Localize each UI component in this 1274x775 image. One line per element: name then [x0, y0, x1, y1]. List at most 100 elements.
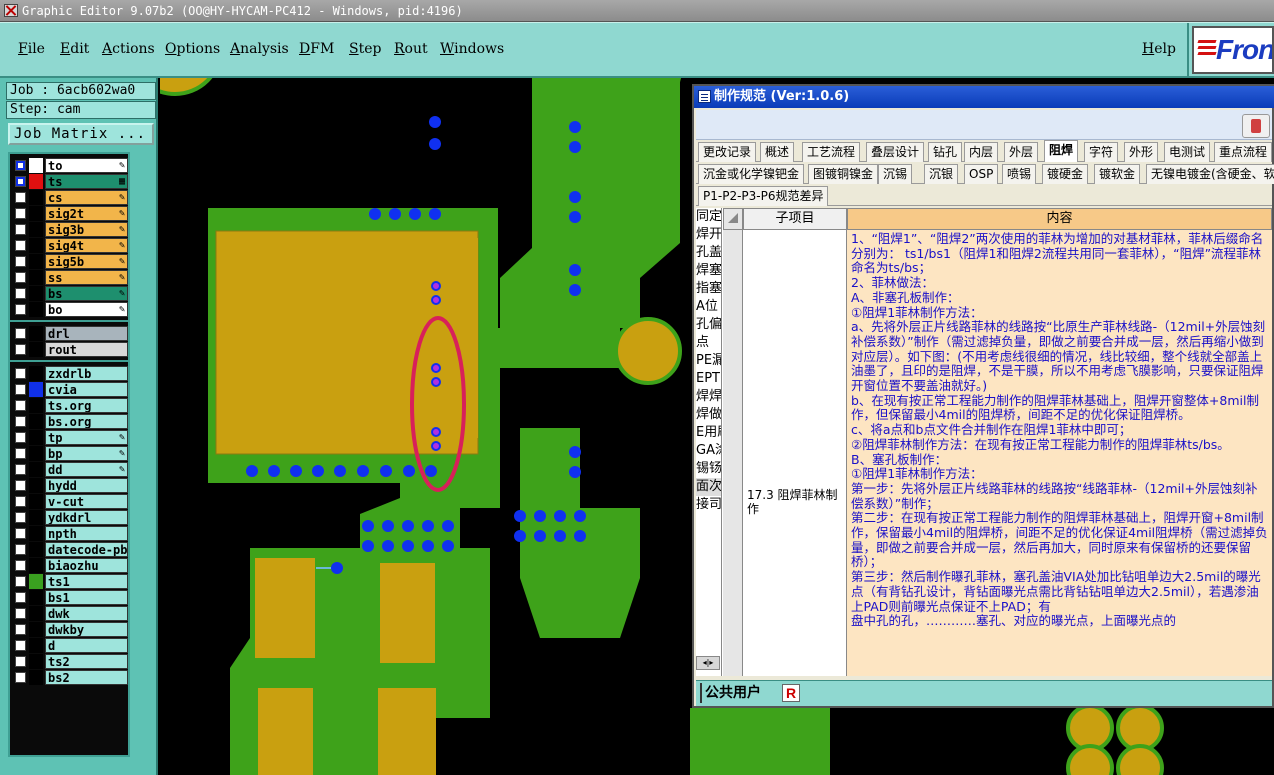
- toolbar-button[interactable]: [1242, 114, 1270, 138]
- tab[interactable]: 图镀铜镍金: [808, 164, 879, 184]
- via[interactable]: [429, 138, 441, 150]
- via[interactable]: [569, 284, 581, 296]
- tree-item[interactable]: 孔偏: [696, 316, 721, 334]
- via[interactable]: [409, 208, 421, 220]
- layer-color-swatch[interactable]: [29, 462, 43, 477]
- via[interactable]: [569, 191, 581, 203]
- layer-checkbox[interactable]: [15, 160, 26, 171]
- layer-checkbox[interactable]: [15, 384, 26, 395]
- layer-name[interactable]: dwk: [45, 606, 128, 621]
- layer-checkbox[interactable]: [15, 368, 26, 379]
- via[interactable]: [246, 465, 258, 477]
- via[interactable]: [574, 530, 586, 542]
- layer-checkbox[interactable]: [15, 344, 26, 355]
- layer-row[interactable]: cs ✎: [12, 190, 128, 205]
- via[interactable]: [425, 465, 437, 477]
- via[interactable]: [268, 465, 280, 477]
- layer-row[interactable]: sig3b ✎: [12, 222, 128, 237]
- layer-row[interactable]: bs2: [12, 670, 128, 685]
- layer-checkbox[interactable]: [15, 656, 26, 667]
- tab[interactable]: 叠层设计: [866, 142, 925, 162]
- via[interactable]: [357, 465, 369, 477]
- layer-checkbox[interactable]: [15, 560, 26, 571]
- layer-name[interactable]: sig4t ✎: [45, 238, 128, 253]
- via[interactable]: [402, 540, 414, 552]
- layer-color-swatch[interactable]: [29, 222, 43, 237]
- tab[interactable]: 概述: [760, 142, 795, 162]
- layer-row[interactable]: ts ▦: [12, 174, 128, 189]
- tab[interactable]: 镀硬金: [1042, 164, 1089, 184]
- layer-name[interactable]: bs2: [45, 670, 128, 685]
- layer-row[interactable]: tp ✎: [12, 430, 128, 445]
- via[interactable]: [403, 465, 415, 477]
- menu-analysis[interactable]: Analysis: [230, 41, 289, 57]
- tree-item[interactable]: 焊做: [696, 406, 721, 424]
- layer-name[interactable]: ss ✎: [45, 270, 128, 285]
- via[interactable]: [422, 540, 434, 552]
- via[interactable]: [334, 465, 346, 477]
- layer-name[interactable]: ts ▦: [45, 174, 128, 189]
- layer-checkbox[interactable]: [15, 640, 26, 651]
- layer-color-swatch[interactable]: [29, 206, 43, 221]
- layer-checkbox[interactable]: [15, 256, 26, 267]
- layer-name[interactable]: bs1: [45, 590, 128, 605]
- layer-name[interactable]: bs.org: [45, 414, 128, 429]
- via[interactable]: [534, 530, 546, 542]
- tree-item[interactable]: EPTE: [696, 370, 721, 388]
- via[interactable]: [362, 540, 374, 552]
- layer-name[interactable]: datecode-pbe: [45, 542, 128, 557]
- layer-checkbox[interactable]: [15, 528, 26, 539]
- layer-name[interactable]: bp ✎: [45, 446, 128, 461]
- via[interactable]: [402, 520, 414, 532]
- layer-name[interactable]: cs ✎: [45, 190, 128, 205]
- layer-row[interactable]: bs1: [12, 590, 128, 605]
- layer-color-swatch[interactable]: [29, 494, 43, 509]
- layer-checkbox[interactable]: [15, 192, 26, 203]
- layer-row[interactable]: biaozhu: [12, 558, 128, 573]
- tab[interactable]: P1-P2-P3-P6规范差异: [698, 186, 829, 206]
- tree-item[interactable]: 焊塞: [696, 262, 721, 280]
- layer-row[interactable]: npth: [12, 526, 128, 541]
- layer-checkbox[interactable]: [15, 544, 26, 555]
- menu-rout[interactable]: Rout: [394, 41, 428, 57]
- layer-checkbox[interactable]: [15, 176, 26, 187]
- tree-item[interactable]: 焊焊: [696, 388, 721, 406]
- tab[interactable]: 电测试: [1164, 142, 1211, 162]
- tree-item[interactable]: PE漏: [696, 352, 721, 370]
- via[interactable]: [389, 208, 401, 220]
- column-header-subitem[interactable]: 子项目: [743, 208, 847, 230]
- layer-checkbox[interactable]: [15, 592, 26, 603]
- menu-edit[interactable]: Edit: [60, 41, 89, 57]
- layer-row[interactable]: zxdrlb: [12, 366, 128, 381]
- tab[interactable]: 字符: [1084, 142, 1119, 162]
- layer-row[interactable]: bs ✎: [12, 286, 128, 301]
- layer-color-swatch[interactable]: [29, 286, 43, 301]
- layer-color-swatch[interactable]: [29, 398, 43, 413]
- layer-color-swatch[interactable]: [29, 254, 43, 269]
- tree-item[interactable]: A位: [696, 298, 721, 316]
- tab[interactable]: 阻焊: [1044, 140, 1079, 162]
- layer-name[interactable]: sig2t ✎: [45, 206, 128, 221]
- layer-color-swatch[interactable]: [29, 270, 43, 285]
- tab[interactable]: 外形: [1124, 142, 1159, 162]
- layer-row[interactable]: ydkdrl: [12, 510, 128, 525]
- layer-color-swatch[interactable]: [29, 430, 43, 445]
- layer-row[interactable]: bp ✎: [12, 446, 128, 461]
- via[interactable]: [380, 465, 392, 477]
- layer-color-swatch[interactable]: [29, 158, 43, 173]
- layer-color-swatch[interactable]: [29, 542, 43, 557]
- layer-checkbox[interactable]: [15, 272, 26, 283]
- via[interactable]: [554, 530, 566, 542]
- tab[interactable]: 沉银: [924, 164, 959, 184]
- via[interactable]: [569, 264, 581, 276]
- layer-row[interactable]: datecode-pbe: [12, 542, 128, 557]
- tab[interactable]: 内层: [964, 142, 999, 162]
- layer-row[interactable]: drl: [12, 326, 128, 341]
- layer-name[interactable]: rout: [45, 342, 128, 357]
- menu-options[interactable]: Options: [165, 41, 220, 57]
- tree-item[interactable]: 孔盖: [696, 244, 721, 262]
- layer-name[interactable]: ts1: [45, 574, 128, 589]
- cell-subitem[interactable]: 17.3 阻焊菲林制作: [743, 230, 847, 676]
- layer-name[interactable]: ts.org: [45, 398, 128, 413]
- tab[interactable]: 重点流程: [1214, 142, 1273, 162]
